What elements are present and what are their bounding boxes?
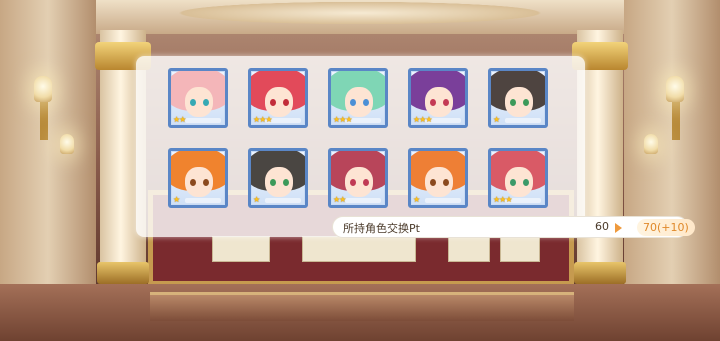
portrait-eye <box>270 99 276 106</box>
character-card[interactable]: ★ <box>408 148 468 208</box>
portrait-eye <box>350 179 356 186</box>
card-name-strip <box>185 198 221 203</box>
wall-sconce <box>40 100 48 140</box>
star-rating-icon: ★ <box>493 115 500 124</box>
portrait-eye <box>443 99 449 106</box>
character-card[interactable]: ★★★ <box>328 68 388 128</box>
exchange-pt-bar: 所持角色交换Pt 60 70(+10) <box>332 216 695 238</box>
counter-shelf <box>150 292 574 321</box>
portrait-eye <box>363 99 369 106</box>
star-rating-icon: ★ <box>173 195 180 204</box>
lamp-icon <box>34 76 52 102</box>
star-rating-icon: ★★ <box>173 115 186 124</box>
portrait-eye <box>203 179 209 186</box>
character-card[interactable]: ★ <box>488 68 548 128</box>
notice-paper <box>302 236 416 262</box>
exchange-pt-current: 60 <box>595 220 609 233</box>
portrait-eye <box>443 179 449 186</box>
portrait-eye <box>510 179 516 186</box>
character-card[interactable]: ★★ <box>328 148 388 208</box>
star-rating-icon: ★★★ <box>413 115 432 124</box>
character-card[interactable]: ★ <box>168 148 228 208</box>
star-rating-icon: ★★★ <box>333 115 352 124</box>
portrait-eye <box>190 99 196 106</box>
card-name-strip <box>185 118 221 123</box>
notice-paper <box>448 236 490 262</box>
notice-paper <box>212 236 270 262</box>
portrait-eye <box>283 179 289 186</box>
portrait-eye <box>270 179 276 186</box>
gacha-result-panel: ★★ ★★★ ★★★ ★★★ ★ ★ ★ ★★ ★ ★★★ 所持角色交换Pt 60 70(+10) <box>136 56 695 238</box>
notice-paper <box>500 236 540 262</box>
exchange-pt-new: 70(+10) <box>637 219 695 236</box>
star-rating-icon: ★ <box>253 195 260 204</box>
card-name-strip <box>425 198 461 203</box>
pillar-base <box>97 262 149 284</box>
portrait-eye <box>523 179 529 186</box>
portrait-eye <box>363 179 369 186</box>
portrait-eye <box>430 179 436 186</box>
portrait-eye <box>523 99 529 106</box>
character-card[interactable]: ★★★ <box>408 68 468 128</box>
character-card[interactable]: ★ <box>248 148 308 208</box>
portrait-eye <box>510 99 516 106</box>
ceiling-ornament <box>150 0 570 26</box>
pillar-base <box>574 262 626 284</box>
wall-sconce <box>672 100 680 140</box>
lamp-icon <box>60 134 74 154</box>
card-name-strip <box>265 198 301 203</box>
character-card[interactable]: ★★ <box>168 68 228 128</box>
portrait-eye <box>350 99 356 106</box>
exchange-pt-label: 所持角色交换Pt <box>343 222 420 235</box>
arrow-right-icon <box>615 223 622 233</box>
star-rating-icon: ★ <box>413 195 420 204</box>
card-name-strip <box>505 118 541 123</box>
character-result-grid: ★★ ★★★ ★★★ ★★★ ★ ★ ★ ★★ ★ ★★★ <box>168 68 552 208</box>
portrait-eye <box>430 99 436 106</box>
character-card[interactable]: ★★★ <box>488 148 548 208</box>
star-rating-icon: ★★★ <box>253 115 272 124</box>
portrait-eye <box>190 179 196 186</box>
star-rating-icon: ★★★ <box>493 195 512 204</box>
star-rating-icon: ★★ <box>333 195 346 204</box>
lamp-icon <box>666 76 684 102</box>
portrait-eye <box>283 99 289 106</box>
lamp-icon <box>644 134 658 154</box>
character-card[interactable]: ★★★ <box>248 68 308 128</box>
portrait-eye <box>203 99 209 106</box>
card-name-strip <box>345 198 381 203</box>
